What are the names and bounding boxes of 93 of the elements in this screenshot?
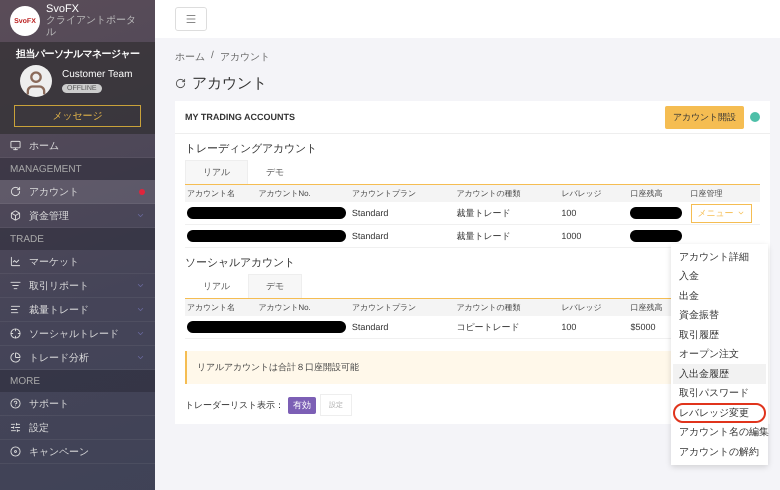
breadcrumb-item[interactable]: ホーム — [175, 50, 205, 64]
column-header: 口座管理 — [688, 185, 760, 202]
refresh-icon — [175, 78, 186, 89]
sidebar-label: アカウント — [29, 186, 80, 198]
nav-icon — [10, 328, 21, 339]
column-header: アカウントの種類 — [454, 299, 560, 316]
breadcrumb-item: アカウント — [220, 51, 270, 64]
table-cell: 裁量トレード — [454, 202, 560, 224]
nav-icon — [10, 280, 21, 291]
avatar-icon — [20, 65, 52, 97]
sidebar-label: 取引リポート — [29, 280, 90, 292]
menu-item[interactable]: 取引パスワード — [673, 384, 766, 403]
sidebar-item[interactable]: 資金管理 — [0, 204, 155, 228]
sidebar-section-header: TRADE — [0, 228, 155, 250]
column-header: アカウントNo. — [256, 185, 350, 202]
redaction-bar — [187, 230, 256, 242]
column-header: アカウント名 — [185, 299, 256, 316]
column-header: アカウントプラン — [350, 299, 455, 316]
sidebar-label: マーケット — [29, 256, 80, 268]
manager-name: Customer Team — [62, 69, 132, 80]
message-button[interactable]: メッセージ — [14, 105, 141, 127]
nav-icon — [10, 352, 21, 363]
table-cell: 100 — [559, 202, 628, 224]
sidebar-label: 設定 — [29, 422, 50, 434]
tab[interactable]: デモ — [248, 274, 302, 298]
table-cell: コピートレード — [454, 316, 560, 338]
redaction-bar — [630, 230, 682, 242]
sidebar-item[interactable]: ソーシャルトレード — [0, 322, 155, 346]
sidebar-item[interactable]: 取引リポート — [0, 274, 155, 298]
sidebar-item[interactable]: キャンペーン — [0, 440, 155, 464]
sidebar-item[interactable]: ホーム — [0, 134, 155, 158]
menu-item[interactable]: 入金 — [673, 266, 766, 286]
redaction-bar — [187, 207, 256, 219]
nav-icon — [10, 446, 21, 457]
column-header: アカウントプラン — [350, 185, 455, 202]
sidebar-item[interactable]: トレード分析 — [0, 346, 155, 370]
sidebar-item[interactable]: サポート — [0, 392, 155, 416]
sidebar-item[interactable]: マーケット — [0, 250, 155, 274]
column-header: アカウント名 — [185, 185, 256, 202]
brand-name: SvoFX — [46, 3, 80, 15]
nav-icon — [10, 398, 21, 409]
redaction-bar — [630, 207, 682, 219]
sidebar-label: 裁量トレード — [29, 304, 90, 316]
column-header: レバレッジ — [559, 299, 628, 316]
tab[interactable]: リアル — [185, 274, 248, 298]
menu-item[interactable]: アカウントの解約 — [673, 442, 766, 462]
tab[interactable]: リアル — [185, 160, 248, 184]
manager-title: 担当パーソナルマネージャー — [14, 48, 140, 61]
sidebar-item[interactable]: 設定 — [0, 416, 155, 440]
sidebar-item[interactable]: アカウント — [0, 180, 155, 204]
menu-item[interactable]: アカウント詳細 — [673, 247, 766, 266]
redaction-bar — [187, 321, 256, 333]
table-cell: 1000 — [559, 224, 628, 248]
sidebar-label: サポート — [29, 398, 70, 410]
table-cell: 裁量トレード — [454, 224, 560, 248]
trader-list-label: トレーダーリスト表示： — [185, 398, 284, 412]
table-cell: 100 — [559, 316, 628, 338]
sidebar-label: ソーシャルトレード — [29, 328, 120, 340]
tab[interactable]: デモ — [248, 160, 302, 184]
column-header: アカウントNo. — [256, 299, 350, 316]
table-cell: Standard — [350, 202, 455, 224]
sidebar-label: 資金管理 — [29, 210, 70, 222]
column-header: レバレッジ — [559, 185, 628, 202]
table-cell: Standard — [350, 316, 455, 338]
sidebar-label: トレード分析 — [29, 352, 90, 364]
menu-item[interactable]: 入出金履歴 — [673, 364, 766, 384]
menu-item[interactable]: アカウント名の編集 — [673, 422, 766, 442]
breadcrumb-separator: / — [211, 50, 214, 63]
sidebar-section-header: MORE — [0, 370, 155, 392]
sidebar-section-header: MANAGEMENT — [0, 158, 155, 180]
open-account-button[interactable]: アカウント開設 — [665, 106, 744, 128]
status-badge: 有効 — [288, 396, 316, 414]
nav-icon — [10, 210, 21, 221]
sidebar-label: キャンペーン — [29, 446, 90, 458]
caret-icon — [736, 209, 745, 217]
column-header: 口座残高 — [628, 185, 689, 202]
page-title: アカウント — [192, 74, 267, 93]
brand-subtitle: クライアントポータル — [46, 15, 137, 39]
menu-button[interactable] — [175, 7, 207, 31]
nav-icon — [10, 256, 21, 267]
table-cell: Standard — [350, 224, 455, 248]
menu-item[interactable]: レバレッジ変更 — [673, 403, 766, 422]
section-title: トレーディングアカウント — [185, 142, 317, 156]
sidebar-item[interactable]: 裁量トレード — [0, 298, 155, 322]
nav-icon — [10, 186, 21, 197]
menu-icon — [185, 13, 197, 25]
sidebar-label: ホーム — [29, 140, 60, 152]
nav-icon — [10, 422, 21, 433]
card-title: MY TRADING ACCOUNTS — [185, 112, 296, 122]
column-header: アカウントの種類 — [454, 185, 560, 202]
section-title: ソーシャルアカウント — [185, 256, 295, 270]
nav-icon — [10, 304, 21, 315]
nav-icon — [10, 140, 21, 151]
